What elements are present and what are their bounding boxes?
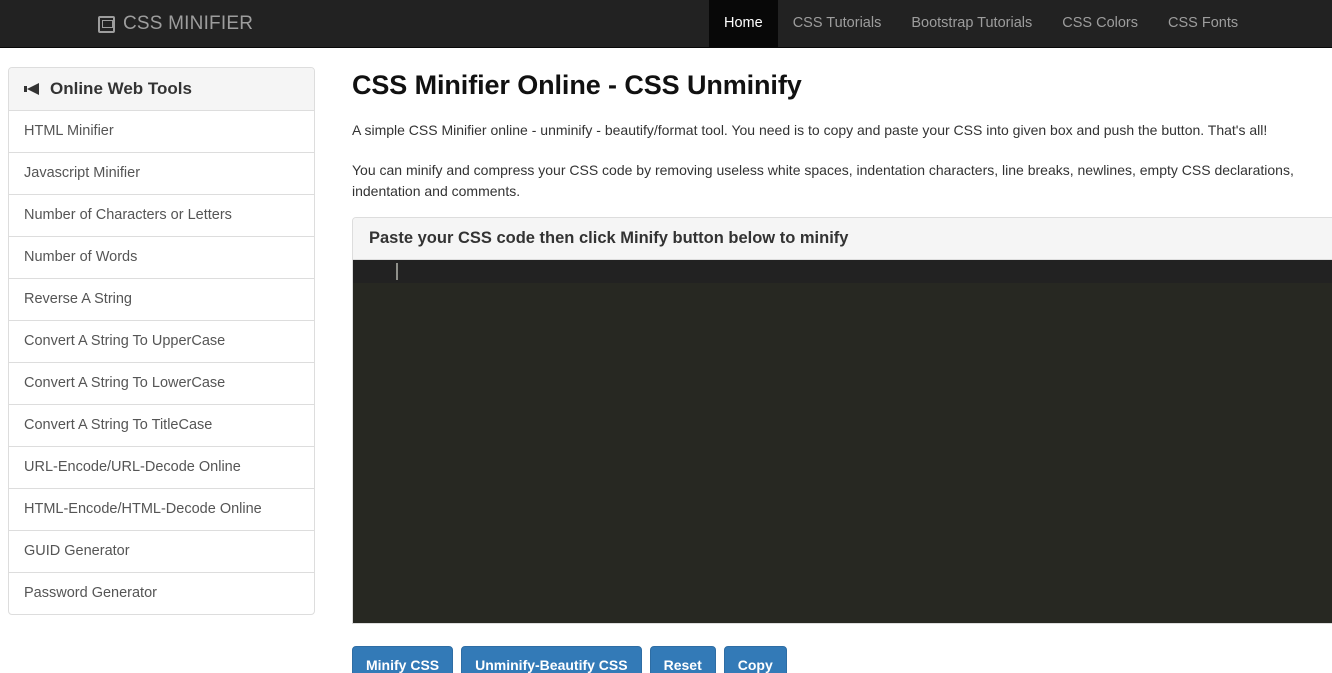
sidebar-list: HTML Minifier Javascript Minifier Number… (9, 111, 314, 614)
main-content: CSS Minifier Online - CSS Unminify A sim… (315, 48, 1332, 673)
sidebar-item-guid-generator[interactable]: GUID Generator (9, 531, 314, 573)
page-title: CSS Minifier Online - CSS Unminify (352, 70, 802, 100)
sidebar-item-reverse-a-string[interactable]: Reverse A String (9, 279, 314, 321)
sidebar-item-convert-lowercase[interactable]: Convert A String To LowerCase (9, 363, 314, 405)
editor-panel: Paste your CSS code then click Minify bu… (352, 216, 1332, 624)
brand-title: CSS MINIFIER (123, 13, 254, 34)
gutter-active-line-highlight (353, 259, 394, 283)
sidebar-item-number-of-words[interactable]: Number of Words (9, 237, 314, 279)
intro-paragraph-2: You can minify and compress your CSS cod… (352, 162, 1294, 199)
window-square-icon (98, 15, 115, 33)
editor-panel-heading: Paste your CSS code then click Minify bu… (353, 217, 1332, 260)
sidebar-panel: Online Web Tools HTML Minifier Javascrip… (8, 67, 315, 615)
sidebar-item-html-minifier[interactable]: HTML Minifier (9, 111, 314, 153)
css-code-editor[interactable]: 1 (353, 259, 1332, 623)
sidebar-item-password-generator[interactable]: Password Generator (9, 573, 314, 614)
reset-button[interactable]: Reset (649, 645, 716, 673)
brand-logo-link[interactable]: CSS MINIFIER (98, 0, 253, 48)
editor-code-area[interactable] (394, 259, 1332, 623)
sidebar-item-number-of-characters[interactable]: Number of Characters or Letters (9, 195, 314, 237)
top-navbar: CSS MINIFIER Home CSS Tutorials Bootstra… (0, 0, 1332, 48)
sidebar-header: Online Web Tools (9, 68, 314, 111)
sidebar-item-url-encode-decode[interactable]: URL-Encode/URL-Decode Online (9, 447, 314, 489)
nav-menu: Home CSS Tutorials Bootstrap Tutorials C… (709, 0, 1253, 47)
nav-item-css-colors[interactable]: CSS Colors (1047, 0, 1153, 47)
sidebar-item-html-encode-decode[interactable]: HTML-Encode/HTML-Decode Online (9, 489, 314, 531)
sidebar-item-convert-uppercase[interactable]: Convert A String To UpperCase (9, 321, 314, 363)
minify-css-button[interactable]: Minify CSS (352, 645, 454, 673)
action-button-row: Minify CSS Unminify-Beautify CSS Reset C… (352, 624, 1332, 673)
unminify-beautify-css-button[interactable]: Unminify-Beautify CSS (461, 645, 642, 673)
nav-item-bootstrap-tutorials[interactable]: Bootstrap Tutorials (896, 0, 1047, 47)
active-line-highlight (394, 259, 1332, 283)
sidebar-header-label: Online Web Tools (50, 79, 192, 98)
nav-item-home[interactable]: Home (709, 0, 778, 47)
text-caret (396, 262, 398, 280)
page-body: Online Web Tools HTML Minifier Javascrip… (0, 48, 1332, 673)
nav-item-css-tutorials[interactable]: CSS Tutorials (778, 0, 897, 47)
nav-item-css-fonts[interactable]: CSS Fonts (1153, 0, 1253, 47)
sidebar-item-javascript-minifier[interactable]: Javascript Minifier (9, 153, 314, 195)
intro-paragraph-1: A simple CSS Minifier online - unminify … (352, 122, 1268, 139)
bullhorn-icon (24, 82, 42, 96)
copy-button[interactable]: Copy (723, 645, 787, 673)
sidebar-item-convert-titlecase[interactable]: Convert A String To TitleCase (9, 405, 314, 447)
editor-line-number-gutter: 1 (353, 259, 394, 623)
